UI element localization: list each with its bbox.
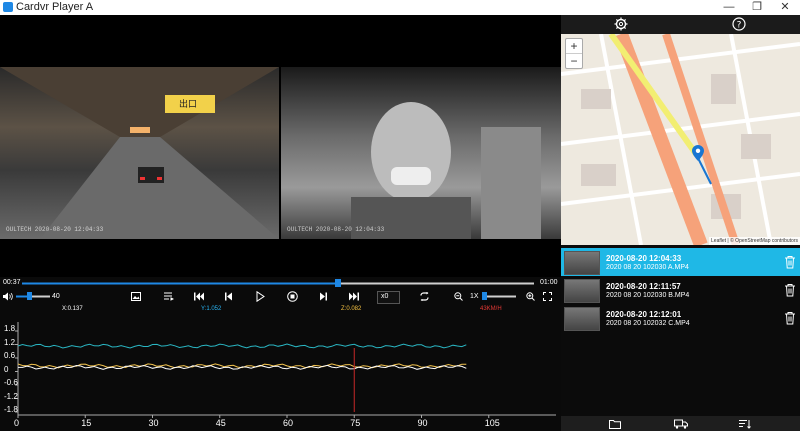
gsensor-chart	[15, 322, 556, 418]
speed-thumb[interactable]	[482, 292, 488, 300]
skip-forward-icon[interactable]	[349, 292, 359, 301]
trash-icon[interactable]	[784, 311, 796, 325]
zoom-out-icon[interactable]	[454, 292, 463, 301]
x-tick-label: 90	[417, 418, 428, 428]
gsensor-graph[interactable]: 1.8 1.2 0.6 0 -0.6 -1.2 -1.8 0 15 30 45 …	[0, 316, 561, 431]
x-tick-label: 15	[81, 418, 92, 428]
current-time: 00:37	[3, 279, 21, 286]
map-view[interactable]: + − Leaflet | © OpenStreetMap contributo…	[561, 34, 800, 245]
x-tick-label: 30	[148, 418, 159, 428]
previous-frame-icon[interactable]	[225, 292, 233, 301]
video-area: 出口 OULTECH 2020-08-20 12:04:33 OULTECH 2…	[0, 15, 561, 277]
truck-icon[interactable]	[674, 419, 688, 429]
front-camera-timestamp: OULTECH 2020-08-20 12:04:33	[6, 226, 104, 233]
window-title: Cardvr Player A	[16, 1, 94, 13]
inside-camera-timestamp: OULTECH 2020-08-20 12:04:33	[287, 226, 385, 233]
gear-icon[interactable]	[614, 17, 628, 31]
y-tick-label: -1.8	[4, 405, 18, 414]
volume-icon[interactable]	[3, 292, 13, 301]
close-button[interactable]: ✕	[771, 0, 799, 15]
zoom-in-icon[interactable]	[526, 292, 535, 301]
x-tick-label: 75	[350, 418, 361, 428]
trash-icon[interactable]	[784, 283, 796, 297]
file-name: 2020 08 20 102030 A.MP4	[606, 264, 689, 271]
svg-text:?: ?	[737, 21, 742, 31]
sensor-trace	[18, 364, 467, 370]
fullscreen-icon[interactable]	[543, 292, 552, 301]
file-name: 2020 08 20 102032 C.MP4	[606, 320, 690, 327]
help-icon[interactable]: ?	[732, 17, 746, 31]
x-tick-label: 45	[215, 418, 226, 428]
map-toolbar: ?	[561, 15, 800, 34]
y-tick-label: 1.8	[4, 324, 16, 333]
y-tick-label: 1.2	[4, 337, 16, 347]
y-tick-label: -0.6	[4, 378, 18, 387]
map-attribution[interactable]: Leaflet | © OpenStreetMap contributors	[709, 237, 800, 245]
file-name: 2020 08 20 102030 B.MP4	[606, 292, 690, 299]
sort-icon[interactable]	[739, 419, 751, 429]
speed-value: 1X	[470, 293, 479, 300]
file-time: 2020-08-20 12:04:33	[606, 254, 682, 263]
y-tick-label: -1.2	[4, 391, 18, 401]
x-tick-label: 105	[484, 418, 500, 428]
x-tick-labels: 0 15 30 45 60 75 90 105	[0, 418, 561, 430]
playback-controls: 40 x0 1X	[0, 289, 561, 304]
title-bar: Cardvr Player A — ❐ ✕	[0, 0, 800, 15]
snapshot-icon[interactable]	[131, 292, 141, 301]
play-icon[interactable]	[256, 291, 265, 302]
volume-slider[interactable]	[16, 294, 50, 299]
speed-multiplier-select[interactable]: x0	[377, 291, 400, 304]
z-axis-value: Z:0.082	[341, 306, 362, 312]
trash-icon[interactable]	[784, 255, 796, 269]
inside-camera-scene	[351, 102, 541, 239]
front-camera-view[interactable]: 出口 OULTECH 2020-08-20 12:04:33	[0, 67, 279, 239]
skip-back-icon[interactable]	[194, 292, 204, 301]
volume-thumb[interactable]	[26, 292, 32, 300]
y-axis-value: Y:1.052	[201, 306, 222, 312]
front-sign-text: 出口	[179, 99, 198, 109]
progress-slider[interactable]	[22, 281, 534, 286]
y-tick-label: 0.6	[4, 351, 16, 360]
y-tick-label: 0	[4, 364, 9, 374]
map-tiles	[561, 34, 800, 245]
zoom-in-button[interactable]: +	[566, 39, 582, 53]
file-thumbnail	[564, 279, 600, 303]
y-tick-labels: 1.8 1.2 0.6 0 -0.6 -1.2 -1.8	[2, 319, 18, 417]
file-thumbnail	[564, 307, 600, 331]
folder-icon[interactable]	[609, 419, 621, 429]
speed-multiplier-value: x0	[381, 293, 389, 300]
inside-camera-view[interactable]: OULTECH 2020-08-20 12:04:33	[281, 67, 561, 239]
timeline-bar: 00:37 01:00	[0, 277, 561, 289]
zoom-out-button[interactable]: −	[566, 53, 582, 68]
playlist-icon[interactable]	[164, 292, 174, 301]
x-tick-label: 0	[14, 418, 20, 428]
app-icon	[3, 2, 13, 12]
x-tick-label: 60	[283, 418, 294, 428]
loop-icon[interactable]	[419, 292, 430, 301]
file-list: 2020-08-20 12:04:33 2020 08 20 102030 A.…	[561, 245, 800, 416]
front-camera-scene	[0, 67, 279, 239]
sensor-trace	[17, 343, 467, 349]
volume-value: 40	[52, 293, 60, 300]
end-time: 01:00	[540, 279, 558, 286]
progress-thumb[interactable]	[334, 279, 341, 287]
maximize-button[interactable]: ❐	[743, 0, 771, 15]
x-axis-value: X:0.137	[62, 306, 83, 312]
sensor-readout: X:0.137 Y:1.052 Z:0.082 43KM/H	[0, 304, 561, 316]
next-frame-icon[interactable]	[319, 292, 327, 301]
file-toolbar	[561, 416, 800, 431]
file-item[interactable]: 2020-08-20 12:11:57 2020 08 20 102030 B.…	[561, 276, 800, 304]
file-item[interactable]: 2020-08-20 12:04:33 2020 08 20 102030 A.…	[561, 248, 800, 276]
minimize-button[interactable]: —	[715, 0, 743, 15]
speed-readout: 43KM/H	[480, 306, 502, 312]
location-marker-icon[interactable]	[692, 145, 704, 161]
file-thumbnail	[564, 251, 600, 275]
file-item[interactable]: 2020-08-20 12:12:01 2020 08 20 102032 C.…	[561, 304, 800, 332]
file-time: 2020-08-20 12:11:57	[606, 282, 681, 291]
stop-icon[interactable]	[287, 291, 298, 302]
map-zoom-control: + −	[565, 38, 583, 69]
file-time: 2020-08-20 12:12:01	[606, 310, 682, 319]
